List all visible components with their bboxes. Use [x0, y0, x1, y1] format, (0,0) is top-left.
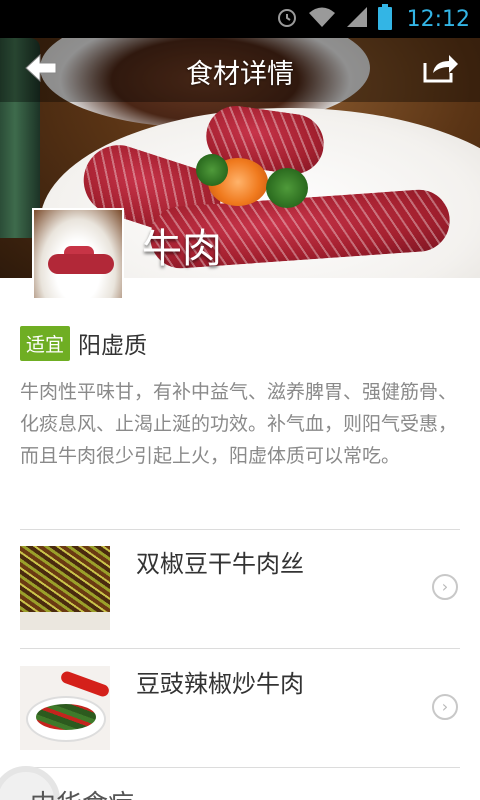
thumbnail-meat [48, 254, 114, 274]
alarm-icon [275, 5, 299, 33]
divider [20, 767, 460, 768]
divider [20, 648, 460, 649]
ingredient-name: 牛肉 [142, 226, 222, 272]
share-icon [423, 53, 459, 87]
recipe-name: 双椒豆干牛肉丝 [136, 550, 304, 578]
recipe-item[interactable]: 双椒豆干牛肉丝 › [0, 530, 480, 648]
recipe-image [20, 546, 110, 630]
chevron-right-icon: › [432, 574, 458, 600]
ingredient-thumbnail[interactable] [32, 208, 124, 300]
status-time: 12:12 [406, 6, 470, 32]
constitution-label: 阳虚质 [78, 333, 148, 359]
chili-pepper [59, 669, 110, 699]
chevron-right-icon: › [432, 694, 458, 720]
top-bar: 食材详情 [0, 38, 480, 102]
suitable-badge: 适宜 [20, 325, 71, 361]
share-button[interactable] [416, 48, 466, 92]
page-title: 食材详情 [186, 59, 294, 90]
footer-text: 中华食疗 [30, 784, 134, 800]
status-icons: 12:12 [275, 0, 470, 38]
parsley-garnish [266, 168, 308, 208]
recipe-image [20, 666, 110, 750]
wifi-icon [307, 5, 337, 33]
stir-fry [36, 704, 96, 730]
parsley-garnish [196, 154, 228, 186]
recipe-name: 豆豉辣椒炒牛肉 [136, 670, 304, 698]
battery-icon [377, 4, 393, 34]
recipe-item[interactable]: 豆豉辣椒炒牛肉 › [0, 650, 480, 768]
suitability-row: 适宜 阳虚质 [20, 325, 147, 361]
status-bar: 12:12 [0, 0, 480, 38]
suitability-description: 牛肉性平味甘，有补中益气、滋养脾胃、强健筋骨、化痰息风、止渴止涎的功效。补气血，… [20, 381, 458, 467]
signal-icon [345, 5, 369, 33]
